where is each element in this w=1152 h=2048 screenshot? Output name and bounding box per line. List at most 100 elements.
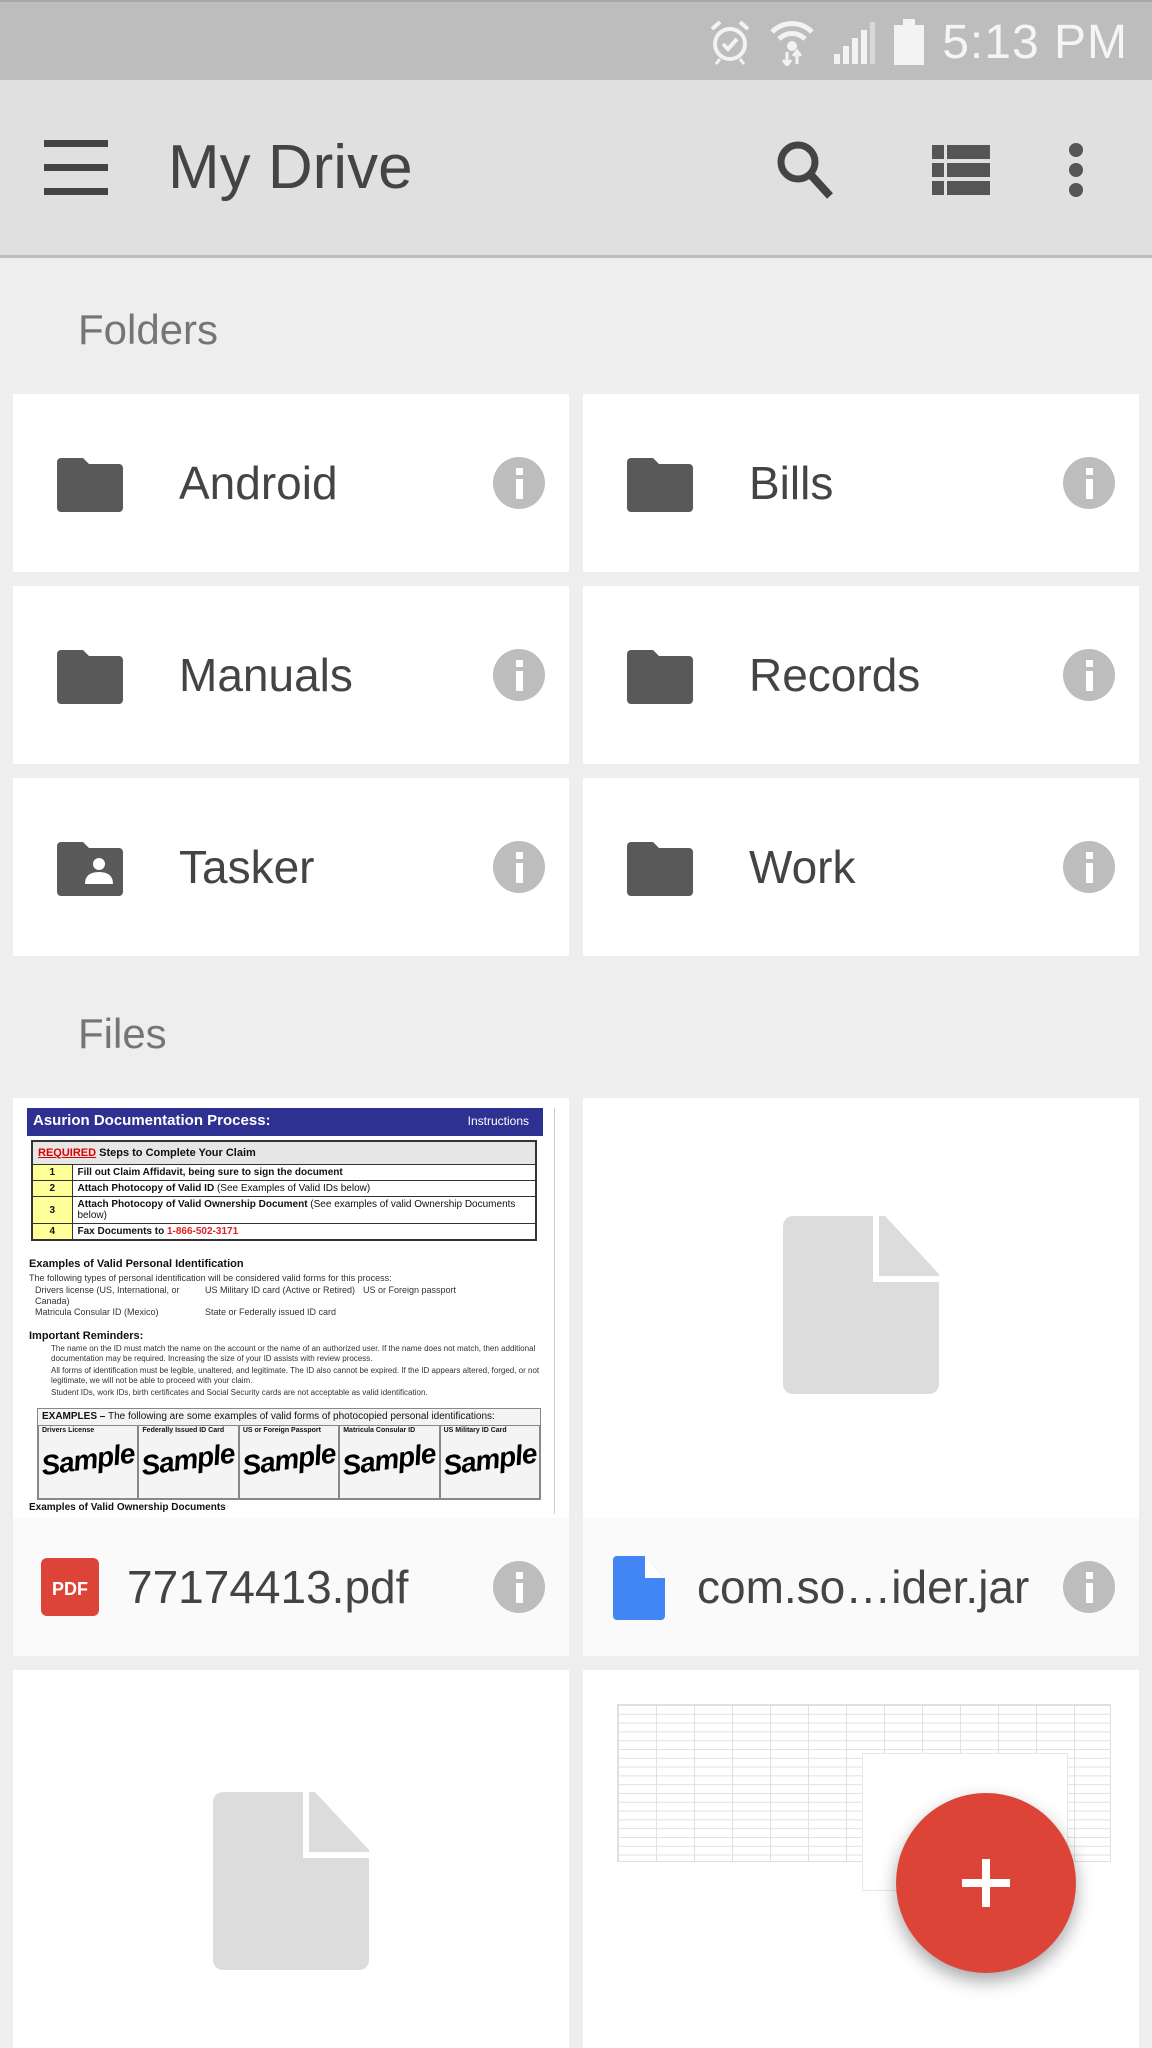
- file-item-pdf[interactable]: Asurion Documentation Process: Instructi…: [13, 1098, 569, 1656]
- pdf-icon: PDF: [41, 1558, 99, 1616]
- info-icon[interactable]: [493, 649, 545, 701]
- folder-icon: [627, 458, 693, 512]
- wifi-icon: [770, 21, 815, 66]
- folder-item-work[interactable]: Work: [583, 778, 1139, 956]
- folder-icon: [57, 458, 123, 512]
- info-icon[interactable]: [1063, 841, 1115, 893]
- alarm-icon: [710, 20, 750, 65]
- folders-section-label: Folders: [78, 306, 219, 353]
- folder-name: Tasker: [179, 841, 315, 893]
- file-name: com.so…ider.jar: [697, 1561, 1030, 1613]
- info-icon[interactable]: [493, 841, 545, 893]
- folder-name: Records: [749, 649, 921, 701]
- generic-file-placeholder-icon: [783, 1216, 939, 1394]
- example-column: US Military ID Card Sample: [439, 1425, 541, 1499]
- pdf-bullet: The name on the ID must match the name o…: [51, 1344, 536, 1363]
- folder-icon: [627, 650, 693, 704]
- step-text: Attach Photocopy of Valid Ownership Docu…: [77, 1199, 308, 1210]
- generic-file-icon: [613, 1556, 665, 1620]
- pdf-title: Asurion Documentation Process:: [33, 1112, 271, 1129]
- sample-stamp: Sample: [139, 1437, 237, 1482]
- file-thumbnail: [13, 1670, 569, 2048]
- info-icon[interactable]: [1063, 1561, 1115, 1613]
- step-number: 4: [31, 1223, 73, 1241]
- pdf-text: Matricula Consular ID (Mexico): [35, 1307, 159, 1317]
- signal-icon: [834, 22, 876, 64]
- status-bar: 5:13 PM: [0, 0, 1152, 80]
- pdf-text: The following types of personal identifi…: [29, 1273, 392, 1283]
- pdf-section-heading: Examples of Valid Personal Identificatio…: [29, 1258, 244, 1270]
- svg-text:PDF: PDF: [52, 1579, 88, 1599]
- sample-stamp: Sample: [440, 1437, 538, 1482]
- example-label: Matricula Consular ID: [343, 1427, 416, 1434]
- required-word: REQUIRED: [38, 1147, 97, 1159]
- list-view-button[interactable]: [921, 130, 1001, 210]
- example-column: Matricula Consular ID Sample: [339, 1425, 440, 1499]
- step-number: 2: [31, 1180, 73, 1197]
- hamburger-menu-icon[interactable]: [38, 140, 108, 196]
- required-rest: Steps to Complete Your Claim: [96, 1147, 256, 1159]
- example-label: Drivers License: [42, 1427, 95, 1434]
- step-text: Fax Documents to: [77, 1226, 167, 1237]
- example-label: US or Foreign Passport: [242, 1427, 321, 1434]
- pdf-steps-table: REQUIRED Steps to Complete Your Claim 1F…: [31, 1140, 537, 1241]
- folder-name: Bills: [749, 457, 834, 509]
- example-column: Drivers License Sample: [38, 1425, 139, 1499]
- folder-item-tasker[interactable]: Tasker: [13, 778, 569, 956]
- sample-stamp: Sample: [39, 1437, 137, 1482]
- example-column: US or Foreign Passport Sample: [238, 1425, 340, 1499]
- folder-item-manuals[interactable]: Manuals: [13, 586, 569, 764]
- example-label: US Military ID Card: [443, 1427, 507, 1434]
- folder-name: Work: [749, 841, 856, 893]
- example-label: Federally Issued ID Card: [142, 1427, 225, 1434]
- battery-icon: [894, 19, 925, 65]
- file-footer: PDF 77174413.pdf: [13, 1518, 569, 1656]
- folder-item-bills[interactable]: Bills: [583, 394, 1139, 572]
- step-note: (See Examples of Valid IDs below): [214, 1183, 371, 1194]
- folder-name: Android: [179, 457, 338, 509]
- status-time: 5:13 PM: [942, 15, 1128, 69]
- pdf-header: Asurion Documentation Process: Instructi…: [27, 1108, 543, 1136]
- pdf-bullet: Student IDs, work IDs, birth certificate…: [51, 1388, 428, 1397]
- folder-item-android[interactable]: Android: [13, 394, 569, 572]
- app-bar: My Drive: [0, 80, 1152, 258]
- search-icon: [777, 141, 833, 199]
- file-thumbnail: [583, 1098, 1139, 1518]
- pdf-section-heading: Important Reminders:: [29, 1330, 144, 1342]
- pdf-header-right: Instructions: [467, 1114, 529, 1128]
- pdf-section-heading: Examples of Valid Ownership Documents: [29, 1502, 226, 1513]
- examples-heading: EXAMPLES –: [42, 1411, 106, 1422]
- pdf-text: US Military ID card (Active or Retired): [205, 1285, 356, 1295]
- sample-stamp: Sample: [340, 1437, 438, 1482]
- shared-folder-icon: [57, 842, 123, 896]
- page-title: My Drive: [168, 133, 413, 202]
- pdf-text: Drivers license (US, International, or C…: [35, 1285, 180, 1306]
- more-options-button[interactable]: [1036, 130, 1116, 210]
- pdf-text: US or Foreign passport: [363, 1285, 457, 1295]
- folder-item-records[interactable]: Records: [583, 586, 1139, 764]
- search-button[interactable]: [766, 130, 846, 210]
- file-name: 77174413.pdf: [127, 1561, 409, 1613]
- fax-number: 1-866-502-3171: [166, 1226, 239, 1237]
- files-section-label: Files: [78, 1010, 167, 1057]
- info-icon[interactable]: [1063, 457, 1115, 509]
- info-icon[interactable]: [493, 457, 545, 509]
- folder-icon: [57, 650, 123, 704]
- list-view-icon: [932, 145, 990, 195]
- pdf-text: State or Federally issued ID card: [205, 1307, 337, 1317]
- step-number: 3: [31, 1196, 73, 1224]
- file-item-unknown[interactable]: [13, 1670, 569, 2048]
- info-icon[interactable]: [493, 1561, 545, 1613]
- folder-name: Manuals: [179, 649, 353, 701]
- examples-heading-rest: The following are some examples of valid…: [105, 1411, 495, 1422]
- file-item-jar[interactable]: com.so…ider.jar: [583, 1098, 1139, 1656]
- file-thumbnail: Asurion Documentation Process: Instructi…: [13, 1098, 569, 1518]
- step-text: Fill out Claim Affidavit, being sure to …: [77, 1167, 343, 1178]
- more-vert-icon: [1069, 143, 1083, 197]
- file-footer: com.so…ider.jar: [583, 1518, 1139, 1656]
- sample-stamp: Sample: [240, 1437, 338, 1482]
- add-new-button[interactable]: [896, 1793, 1076, 1973]
- folder-icon: [627, 842, 693, 896]
- pdf-preview: Asurion Documentation Process: Instructi…: [27, 1108, 555, 1514]
- info-icon[interactable]: [1063, 649, 1115, 701]
